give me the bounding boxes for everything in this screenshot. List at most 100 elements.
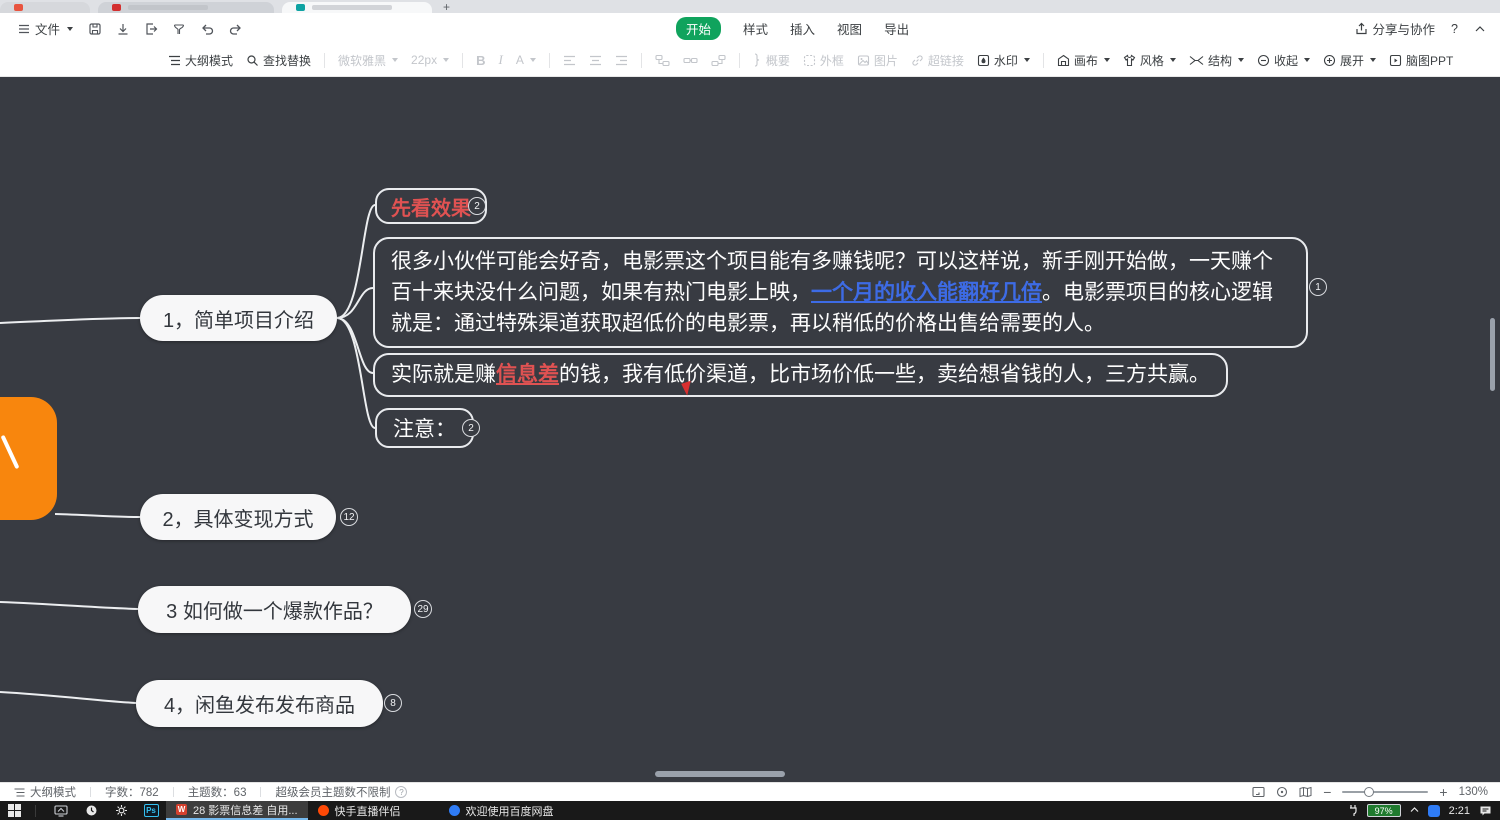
power-plug-icon[interactable] bbox=[1348, 804, 1358, 817]
minimap-icon[interactable] bbox=[1299, 786, 1312, 798]
tab-title-ghost bbox=[312, 5, 392, 10]
outline-mode-status[interactable]: 大纲模式 bbox=[14, 784, 76, 800]
windows-taskbar: Ps W 28 影票信息差 自用... 快手直播伴侣 欢迎使用百度网盘 97% … bbox=[0, 801, 1500, 820]
browser-tab-2[interactable] bbox=[98, 2, 274, 13]
fit-screen-icon[interactable] bbox=[1252, 786, 1265, 798]
summary-button[interactable]: 概要 bbox=[753, 52, 790, 69]
style-button[interactable]: 风格 bbox=[1123, 52, 1176, 69]
chevron-down-icon bbox=[1304, 58, 1310, 62]
collapsed-count-badge[interactable]: 29 bbox=[414, 600, 432, 618]
horizontal-scrollbar[interactable] bbox=[655, 771, 785, 777]
mindmap-ppt-button[interactable]: 脑图PPT bbox=[1389, 52, 1453, 69]
vertical-scrollbar[interactable] bbox=[1490, 318, 1495, 391]
child-node-paragraph-1[interactable]: 很多小伙伴可能会好奇，电影票这个项目能有多赚钱呢？可以这样说，新手刚开始做，一天… bbox=[373, 237, 1308, 348]
bold-button[interactable]: B bbox=[476, 53, 485, 68]
screen-share-tray-icon[interactable] bbox=[46, 805, 76, 817]
align-center-button[interactable] bbox=[589, 54, 602, 67]
tray-app-icon[interactable] bbox=[1428, 805, 1440, 817]
tray-expand-chevron[interactable] bbox=[1410, 806, 1419, 816]
locate-center-icon[interactable] bbox=[1276, 786, 1288, 798]
photoshop-taskbar-icon[interactable]: Ps bbox=[136, 804, 166, 817]
collapsed-count-badge[interactable]: 8 bbox=[384, 694, 402, 712]
watermark-button[interactable]: 水印 bbox=[977, 52, 1030, 69]
align-left-button[interactable] bbox=[563, 54, 576, 67]
tab-favicon bbox=[14, 4, 23, 11]
zoom-slider-knob[interactable] bbox=[1364, 787, 1374, 797]
tab-export[interactable]: 导出 bbox=[884, 19, 909, 38]
root-topic-node[interactable] bbox=[0, 397, 57, 520]
taskbar-window-wps[interactable]: W 28 影票信息差 自用... bbox=[166, 801, 308, 820]
help-button[interactable]: ? bbox=[1451, 22, 1458, 36]
branch-node-1[interactable]: 1，简单项目介绍 bbox=[140, 295, 337, 341]
zoom-in-button[interactable]: + bbox=[1439, 787, 1447, 797]
status-bar: 大纲模式 字数：782 主题数：63 超级会员主题数不限制? − + 130% bbox=[0, 782, 1500, 801]
expand-button[interactable]: 展开 bbox=[1323, 52, 1376, 69]
italic-button[interactable]: I bbox=[498, 52, 502, 68]
connector-lines bbox=[0, 77, 1500, 782]
clock[interactable]: 2:21 bbox=[1449, 805, 1470, 817]
undo-button[interactable] bbox=[195, 18, 219, 40]
help-icon[interactable]: ? bbox=[395, 786, 407, 798]
tab-insert[interactable]: 插入 bbox=[790, 19, 815, 38]
collapsed-count-badge[interactable]: 2 bbox=[462, 419, 480, 437]
redo-button[interactable] bbox=[223, 18, 247, 40]
align-right-button[interactable] bbox=[615, 54, 628, 67]
settings-tray-icon[interactable] bbox=[106, 804, 136, 817]
chevron-down-icon bbox=[1238, 58, 1244, 62]
battery-indicator[interactable]: 97% bbox=[1367, 804, 1401, 817]
branch-node-2[interactable]: 2，具体变现方式 bbox=[140, 494, 336, 540]
file-menu[interactable]: 文件 bbox=[12, 16, 79, 41]
taskbar-window-kuaishou[interactable]: 快手直播伴侣 bbox=[308, 801, 411, 820]
hyperlink-button[interactable]: 超链接 bbox=[911, 52, 964, 69]
child-node-note[interactable]: 注意： bbox=[375, 408, 474, 448]
branch-node-4[interactable]: 4，闲鱼发布发布商品 bbox=[136, 680, 383, 727]
font-family-select[interactable]: 微软雅黑 bbox=[338, 52, 398, 69]
font-color-button[interactable]: A bbox=[516, 53, 536, 67]
zoom-slider[interactable] bbox=[1342, 791, 1428, 793]
browser-tab-1[interactable] bbox=[0, 2, 90, 13]
find-replace-button[interactable]: 查找替换 bbox=[246, 52, 311, 69]
insert-sibling-button[interactable] bbox=[655, 54, 670, 67]
start-button[interactable] bbox=[8, 804, 21, 817]
format-toolbar: 大纲模式 查找替换 微软雅黑 22px B I A 概要 外框 图片 超链接 水… bbox=[0, 44, 1500, 77]
taskbar-window-baidupan[interactable]: 欢迎使用百度网盘 bbox=[439, 801, 564, 820]
download-button[interactable] bbox=[111, 18, 135, 40]
insert-sibling-icon bbox=[655, 54, 670, 67]
child-node-paragraph-2[interactable]: 实际就是赚信息差的钱，我有低价渠道，比市场价低一些，卖给想省钱的人，三方共赢。 bbox=[373, 353, 1228, 397]
ribbon-menu: 开始 样式 插入 视图 导出 bbox=[676, 13, 909, 44]
insert-child-button[interactable] bbox=[683, 54, 698, 67]
outer-frame-button[interactable]: 外框 bbox=[803, 52, 844, 69]
tab-start[interactable]: 开始 bbox=[676, 17, 721, 40]
zoom-out-button[interactable]: − bbox=[1323, 787, 1331, 797]
brace-icon bbox=[753, 53, 762, 67]
dashed-frame-icon bbox=[803, 54, 816, 67]
child-node-effect-label: 先看效果 bbox=[391, 192, 471, 221]
canvas-button[interactable]: 画布 bbox=[1057, 52, 1110, 69]
new-tab-button[interactable]: + bbox=[443, 2, 450, 13]
font-size-select[interactable]: 22px bbox=[411, 53, 449, 67]
collapsed-count-badge[interactable]: 2 bbox=[468, 197, 486, 215]
tab-style[interactable]: 样式 bbox=[743, 19, 768, 38]
collapse-button[interactable]: 收起 bbox=[1257, 52, 1310, 69]
browser-tab-active[interactable] bbox=[282, 2, 432, 13]
save-button[interactable] bbox=[83, 18, 107, 40]
branch-node-3[interactable]: 3 如何做一个爆款作品？ bbox=[138, 586, 411, 633]
clock-tray-icon[interactable] bbox=[76, 804, 106, 817]
share-button[interactable]: 分享与协作 bbox=[1355, 19, 1436, 38]
mindmap-canvas[interactable]: 1，简单项目介绍 先看效果 2 很多小伙伴可能会好奇，电影票这个项目能有多赚钱呢… bbox=[0, 77, 1500, 782]
word-count: 字数：782 bbox=[105, 784, 159, 800]
image-button[interactable]: 图片 bbox=[857, 52, 898, 69]
export-button[interactable] bbox=[139, 18, 163, 40]
collapsed-count-badge[interactable]: 1 bbox=[1309, 278, 1327, 296]
tab-view[interactable]: 视图 bbox=[837, 19, 862, 38]
insert-parent-button[interactable] bbox=[711, 54, 726, 67]
structure-button[interactable]: 结构 bbox=[1189, 52, 1244, 69]
divider bbox=[35, 805, 36, 817]
branch-node-1-label: 1，简单项目介绍 bbox=[163, 304, 314, 333]
notification-center-icon[interactable] bbox=[1479, 805, 1492, 817]
collapse-toolbar-icon[interactable] bbox=[1474, 23, 1486, 35]
format-painter-button[interactable] bbox=[167, 18, 191, 40]
collapsed-count-badge[interactable]: 12 bbox=[340, 508, 358, 526]
outline-mode-button[interactable]: 大纲模式 bbox=[168, 52, 233, 69]
divider bbox=[324, 53, 325, 68]
